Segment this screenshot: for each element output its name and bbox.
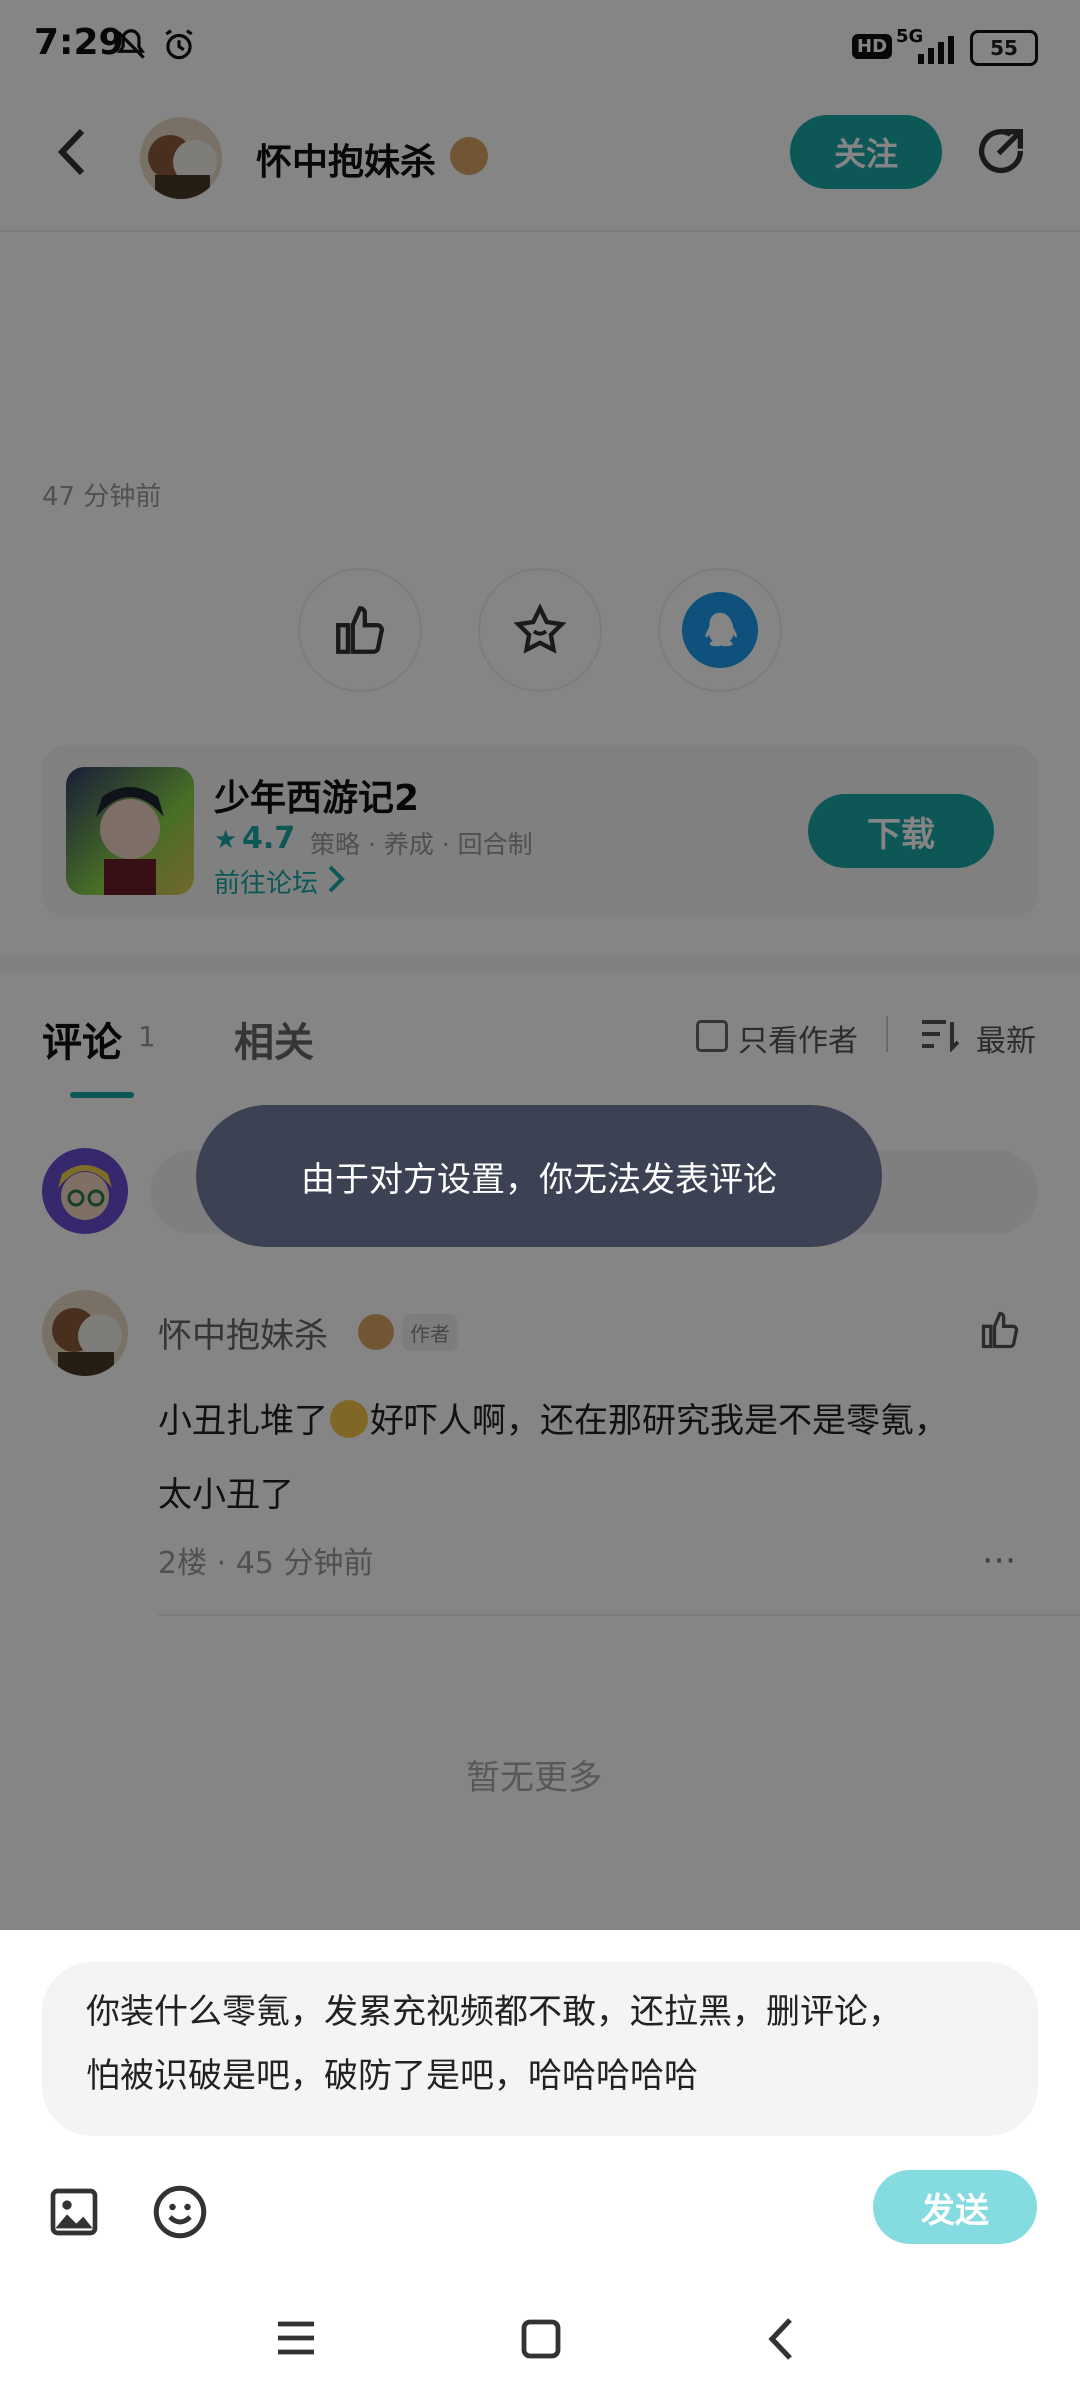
composer-text-field[interactable]: 你装什么零氪，发累充视频都不敢，还拉黑，删评论， 怕被识破是吧，破防了是吧，哈哈… — [42, 1962, 1038, 2136]
send-button[interactable]: 发送 — [873, 2170, 1037, 2244]
menu-nav-icon[interactable] — [274, 2318, 318, 2362]
toast-message: 由于对方设置，你无法发表评论 — [196, 1105, 882, 1247]
composer-line1: 你装什么零氪，发累充视频都不敢，还拉黑，删评论， — [86, 1992, 902, 2032]
home-nav-icon[interactable] — [520, 2318, 562, 2364]
composer-text: 你装什么零氪，发累充视频都不敢，还拉黑，删评论， 怕被识破是吧，破防了是吧，哈哈… — [86, 1980, 1006, 2108]
composer-line2: 怕被识破是吧，破防了是吧，哈哈哈哈哈 — [86, 2056, 698, 2096]
modal-backdrop[interactable] — [0, 0, 1080, 1930]
back-nav-icon[interactable] — [766, 2316, 796, 2366]
image-icon[interactable] — [46, 2184, 102, 2244]
emoji-icon[interactable] — [150, 2182, 210, 2246]
